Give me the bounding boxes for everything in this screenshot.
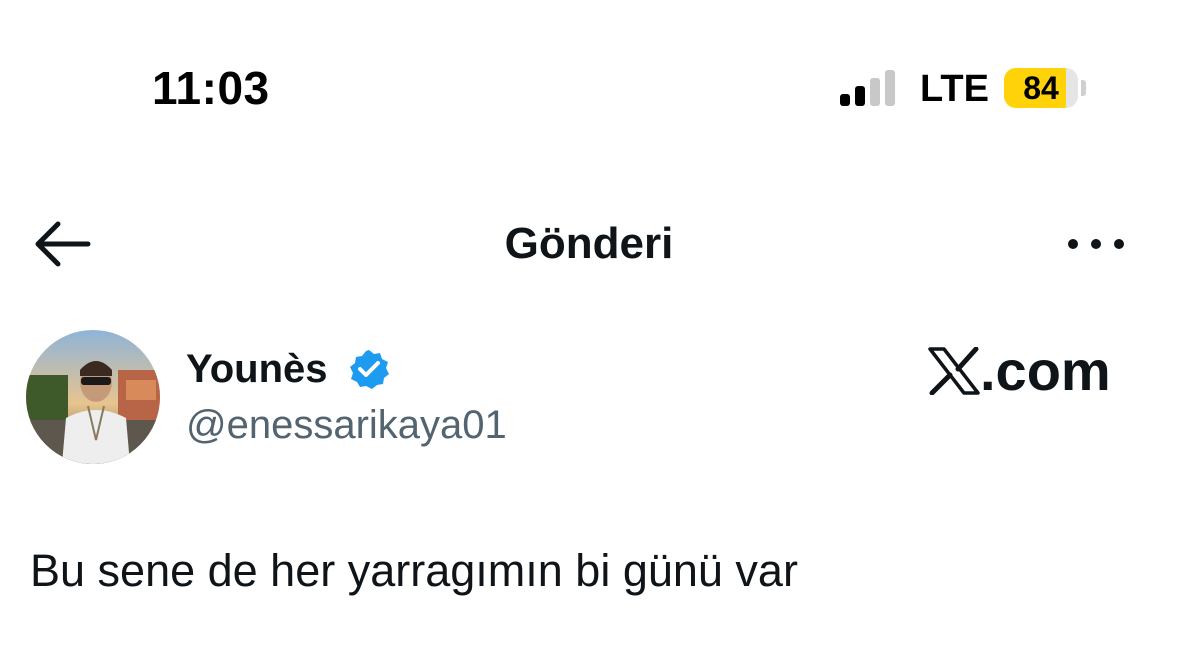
author-handle[interactable]: @enessarikaya01 xyxy=(186,400,507,450)
signal-bar xyxy=(855,86,865,106)
brand-label: .com xyxy=(980,339,1111,402)
x-logo-icon xyxy=(928,347,980,395)
battery-level: 84 xyxy=(1023,70,1059,106)
signal-bar xyxy=(870,78,880,106)
avatar-photo xyxy=(26,330,160,464)
post-text: Bu sene de her yarragımın bi günü var xyxy=(30,545,798,596)
signal-bar xyxy=(885,70,895,106)
more-horizontal-icon xyxy=(1068,239,1124,249)
author-name[interactable]: Younès xyxy=(186,344,328,394)
battery-icon: 84 xyxy=(1004,68,1078,108)
network-type: LTE xyxy=(920,68,989,110)
avatar[interactable] xyxy=(26,330,160,464)
brand-watermark: .com xyxy=(928,340,1111,402)
signal-bar xyxy=(840,94,850,106)
status-time: 11:03 xyxy=(152,62,270,114)
more-options-button[interactable] xyxy=(1064,222,1128,266)
cellular-signal-icon xyxy=(840,70,900,106)
verified-badge-icon xyxy=(348,348,390,390)
battery-cap xyxy=(1081,80,1086,96)
page-title: Gönderi xyxy=(504,219,674,268)
